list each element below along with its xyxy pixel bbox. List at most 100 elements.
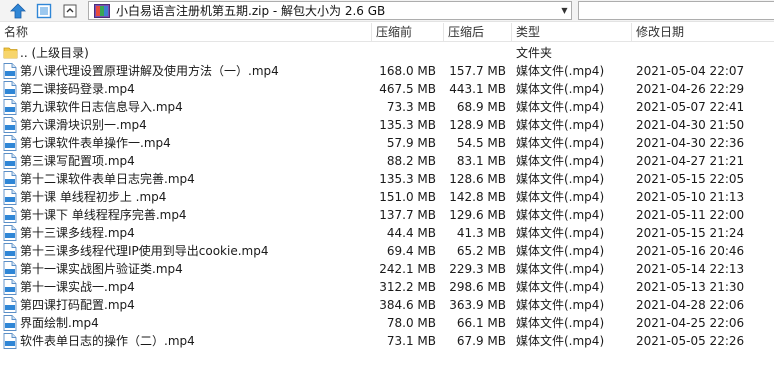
file-packed-size: 168.0 MB bbox=[379, 64, 436, 78]
file-packed-size: 242.1 MB bbox=[379, 262, 436, 276]
parent-type: 文件夹 bbox=[516, 46, 553, 60]
file-size: 142.8 MB bbox=[449, 190, 506, 204]
archive-path: 小白易语言注册机第五期.zip - 解包大小为 2.6 GB bbox=[116, 4, 386, 18]
mp4-file-icon bbox=[3, 117, 17, 133]
file-size: 68.9 MB bbox=[456, 100, 506, 114]
file-row[interactable]: 第十课下 单线程程序完善.mp4 137.7 MB 129.6 MB 媒体文件(.mp… bbox=[0, 206, 774, 224]
view-options-icon[interactable] bbox=[60, 1, 80, 20]
file-size: 363.9 MB bbox=[449, 298, 506, 312]
file-name: 第九课软件日志信息导入.mp4 bbox=[20, 100, 183, 114]
file-modified: 2021-04-26 22:29 bbox=[636, 82, 745, 96]
up-arrow-icon[interactable] bbox=[8, 1, 28, 20]
file-row[interactable]: 第二课接码登录.mp4 467.5 MB 443.1 MB 媒体文件(.mp4) 202… bbox=[0, 80, 774, 98]
file-row[interactable]: 第十三课多线程.mp4 44.4 MB 41.3 MB 媒体文件(.mp4) 2021-… bbox=[0, 224, 774, 242]
file-row[interactable]: 第十一课实战图片验证类.mp4 242.1 MB 229.3 MB 媒体文件(.mp4… bbox=[0, 260, 774, 278]
col-size[interactable]: 压缩后 bbox=[444, 23, 512, 42]
mp4-file-icon bbox=[3, 63, 17, 79]
file-packed-size: 135.3 MB bbox=[379, 118, 436, 132]
folder-up-icon bbox=[3, 45, 18, 61]
mp4-file-icon bbox=[3, 261, 17, 277]
file-name: 软件表单日志的操作（二）.mp4 bbox=[20, 334, 195, 348]
mp4-file-icon bbox=[3, 243, 17, 259]
file-packed-size: 73.1 MB bbox=[386, 334, 436, 348]
file-packed-size: 57.9 MB bbox=[386, 136, 436, 150]
file-type: 媒体文件(.mp4) bbox=[516, 226, 605, 240]
view-toggle-icon[interactable] bbox=[34, 1, 54, 20]
mp4-file-icon bbox=[3, 135, 17, 151]
file-packed-size: 137.7 MB bbox=[379, 208, 436, 222]
file-type: 媒体文件(.mp4) bbox=[516, 316, 605, 330]
file-modified: 2021-05-15 21:24 bbox=[636, 226, 745, 240]
mp4-file-icon bbox=[3, 297, 17, 313]
file-row[interactable]: 第十三课多线程代理IP使用到导出cookie.mp4 69.4 MB 65.2 MB… bbox=[0, 242, 774, 260]
file-row[interactable]: 软件表单日志的操作（二）.mp4 73.1 MB 67.9 MB 媒体文件(.mp4)… bbox=[0, 332, 774, 350]
file-modified: 2021-05-15 22:05 bbox=[636, 172, 745, 186]
file-row[interactable]: 第六课滑块识别一.mp4 135.3 MB 128.9 MB 媒体文件(.mp4) 20… bbox=[0, 116, 774, 134]
file-modified: 2021-05-11 22:00 bbox=[636, 208, 745, 222]
file-packed-size: 69.4 MB bbox=[386, 244, 436, 258]
file-type: 媒体文件(.mp4) bbox=[516, 262, 605, 276]
file-name: 第六课滑块识别一.mp4 bbox=[20, 118, 147, 132]
file-name: 第三课写配置项.mp4 bbox=[20, 154, 135, 168]
file-row[interactable]: 第三课写配置项.mp4 88.2 MB 83.1 MB 媒体文件(.mp4) 2021-… bbox=[0, 152, 774, 170]
file-modified: 2021-04-25 22:06 bbox=[636, 316, 745, 330]
file-size: 67.9 MB bbox=[456, 334, 506, 348]
file-row[interactable]: 第七课软件表单操作一.mp4 57.9 MB 54.5 MB 媒体文件(.mp4) 20… bbox=[0, 134, 774, 152]
file-name: 第十三课多线程代理IP使用到导出cookie.mp4 bbox=[20, 244, 269, 258]
mp4-file-icon bbox=[3, 207, 17, 223]
mp4-file-icon bbox=[3, 171, 17, 187]
chevron-down-icon[interactable]: ▼ bbox=[558, 2, 571, 19]
file-modified: 2021-04-27 21:21 bbox=[636, 154, 745, 168]
file-size: 443.1 MB bbox=[449, 82, 506, 96]
mp4-file-icon bbox=[3, 81, 17, 97]
col-packed[interactable]: 压缩前 bbox=[372, 23, 444, 42]
file-modified: 2021-05-07 22:41 bbox=[636, 100, 745, 114]
file-packed-size: 384.6 MB bbox=[379, 298, 436, 312]
file-type: 媒体文件(.mp4) bbox=[516, 64, 605, 78]
file-name: 第十课下 单线程程序完善.mp4 bbox=[20, 208, 187, 222]
file-modified: 2021-05-10 21:13 bbox=[636, 190, 745, 204]
file-name: 第二课接码登录.mp4 bbox=[20, 82, 135, 96]
file-row[interactable]: 第十二课软件表单日志完善.mp4 135.3 MB 128.6 MB 媒体文件(.mp… bbox=[0, 170, 774, 188]
path-field[interactable]: 小白易语言注册机第五期.zip - 解包大小为 2.6 GB ▼ bbox=[88, 1, 572, 20]
file-row[interactable]: 第四课打码配置.mp4 384.6 MB 363.9 MB 媒体文件(.mp4) 202… bbox=[0, 296, 774, 314]
file-list: .. (上级目录) 文件夹 第八课代理设置原理讲解及使用方法（一）.mp4 168… bbox=[0, 44, 774, 350]
file-name: 第七课软件表单操作一.mp4 bbox=[20, 136, 171, 150]
file-size: 229.3 MB bbox=[449, 262, 506, 276]
parent-name: .. (上级目录) bbox=[20, 46, 89, 60]
mp4-file-icon bbox=[3, 315, 17, 331]
file-type: 媒体文件(.mp4) bbox=[516, 118, 605, 132]
file-type: 媒体文件(.mp4) bbox=[516, 136, 605, 150]
col-modified[interactable]: 修改日期 bbox=[632, 23, 774, 42]
file-packed-size: 78.0 MB bbox=[386, 316, 436, 330]
file-packed-size: 135.3 MB bbox=[379, 172, 436, 186]
col-name[interactable]: 名称 bbox=[0, 23, 372, 42]
file-size: 54.5 MB bbox=[456, 136, 506, 150]
file-size: 66.1 MB bbox=[456, 316, 506, 330]
file-modified: 2021-05-14 22:13 bbox=[636, 262, 745, 276]
parent-row[interactable]: .. (上级目录) 文件夹 bbox=[0, 44, 774, 62]
search-input[interactable] bbox=[578, 1, 774, 20]
file-name: 第十三课多线程.mp4 bbox=[20, 226, 135, 240]
file-row[interactable]: 第九课软件日志信息导入.mp4 73.3 MB 68.9 MB 媒体文件(.mp4) 2… bbox=[0, 98, 774, 116]
file-size: 128.6 MB bbox=[449, 172, 506, 186]
file-size: 298.6 MB bbox=[449, 280, 506, 294]
file-type: 媒体文件(.mp4) bbox=[516, 298, 605, 312]
file-type: 媒体文件(.mp4) bbox=[516, 334, 605, 348]
file-type: 媒体文件(.mp4) bbox=[516, 244, 605, 258]
file-row[interactable]: 第十一课实战一.mp4 312.2 MB 298.6 MB 媒体文件(.mp4) 202… bbox=[0, 278, 774, 296]
file-size: 41.3 MB bbox=[456, 226, 506, 240]
file-modified: 2021-05-04 22:07 bbox=[636, 64, 745, 78]
mp4-file-icon bbox=[3, 279, 17, 295]
file-modified: 2021-05-16 20:46 bbox=[636, 244, 745, 258]
col-type[interactable]: 类型 bbox=[512, 23, 632, 42]
archive-icon bbox=[94, 3, 110, 18]
mp4-file-icon bbox=[3, 153, 17, 169]
file-name: 第十一课实战一.mp4 bbox=[20, 280, 135, 294]
file-row[interactable]: 界面绘制.mp4 78.0 MB 66.1 MB 媒体文件(.mp4) 2021-04-… bbox=[0, 314, 774, 332]
file-packed-size: 88.2 MB bbox=[386, 154, 436, 168]
file-row[interactable]: 第十课 单线程初步上 .mp4 151.0 MB 142.8 MB 媒体文件(.mp4… bbox=[0, 188, 774, 206]
file-name: 第十二课软件表单日志完善.mp4 bbox=[20, 172, 195, 186]
file-row[interactable]: 第八课代理设置原理讲解及使用方法（一）.mp4 168.0 MB 157.7 MB 媒… bbox=[0, 62, 774, 80]
file-name: 界面绘制.mp4 bbox=[20, 316, 99, 330]
